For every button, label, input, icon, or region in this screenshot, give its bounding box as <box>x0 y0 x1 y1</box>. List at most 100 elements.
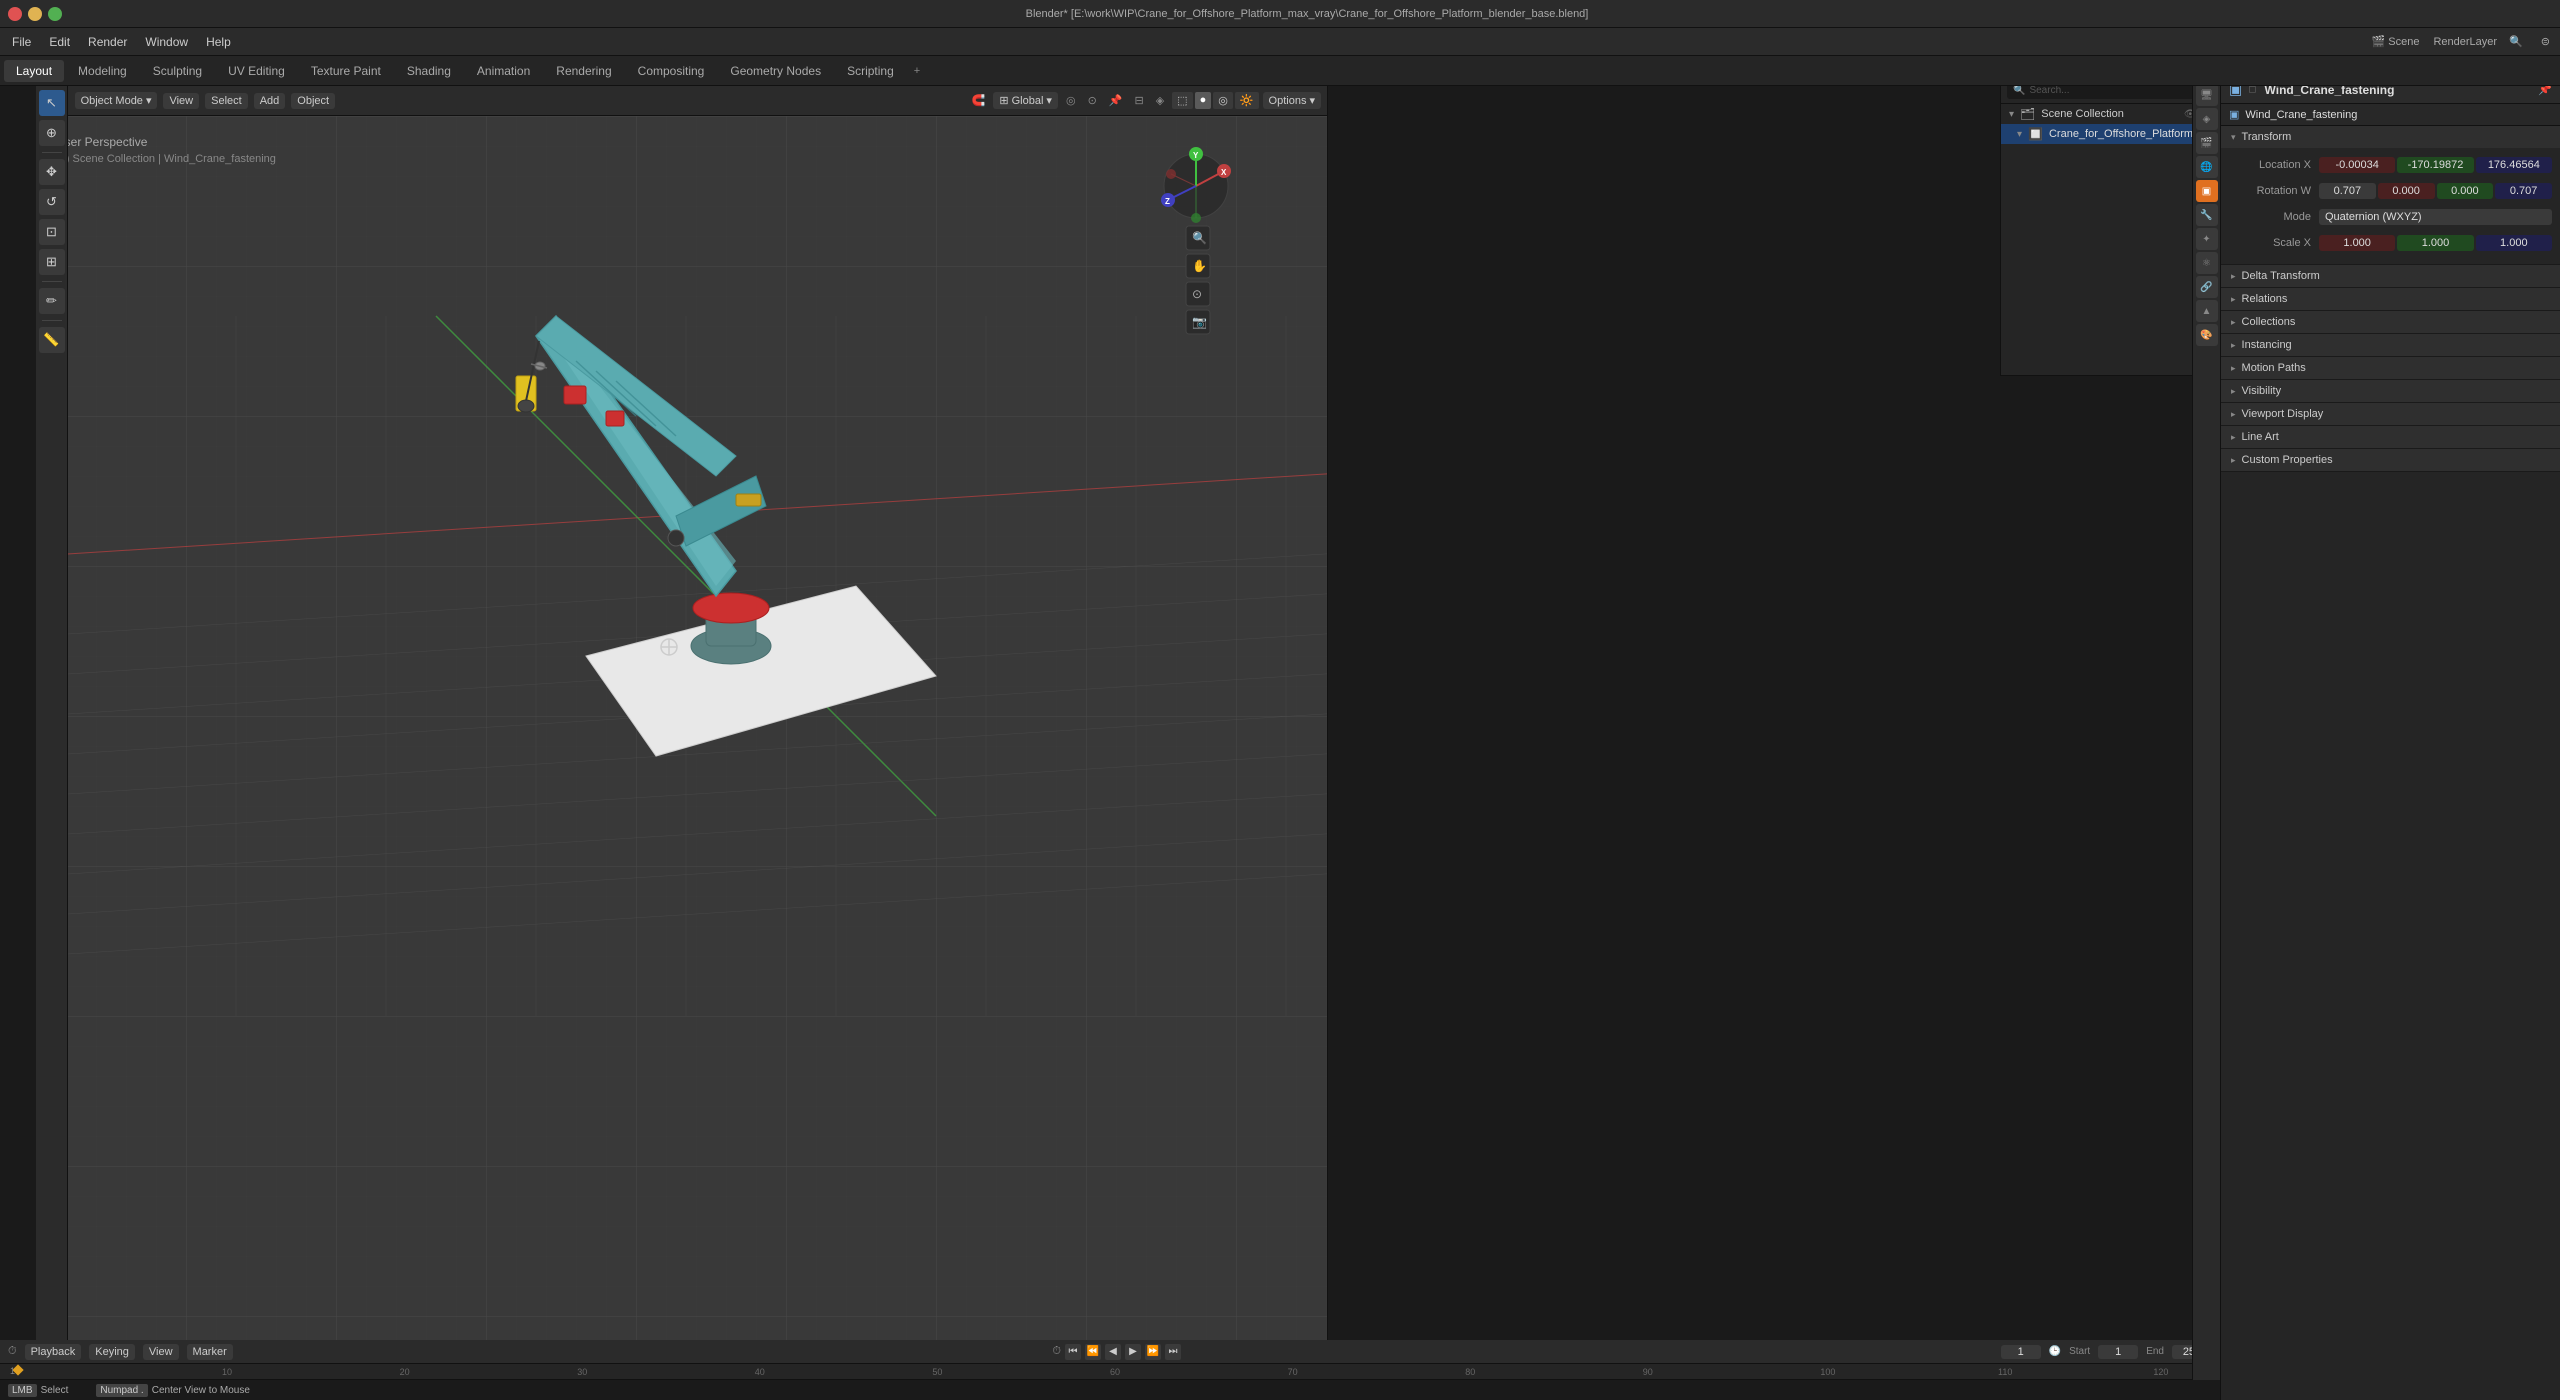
cursor-tool-btn[interactable]: ⊕ <box>39 120 65 146</box>
play-reverse-btn[interactable]: ◀ <box>1105 1344 1121 1360</box>
move-tool-btn[interactable]: ✥ <box>39 159 65 185</box>
playback-menu[interactable]: Playback <box>25 1344 82 1360</box>
prop-obj-name2[interactable]: Wind_Crane_fastening <box>2245 109 2357 121</box>
prop-icon-data[interactable]: ▲ <box>2196 300 2218 322</box>
cache-icon: 🕒 <box>2049 1346 2061 1357</box>
menu-render[interactable]: Render <box>80 33 135 51</box>
motion-paths-header[interactable]: ▸ Motion Paths <box>2221 357 2560 379</box>
annotate-tool-btn[interactable]: ✏ <box>39 288 65 314</box>
menu-file[interactable]: File <box>4 33 39 51</box>
minimize-button[interactable] <box>28 7 42 21</box>
scale-y[interactable]: 1.000 <box>2397 235 2473 251</box>
visibility-header[interactable]: ▸ Visibility <box>2221 380 2560 402</box>
object-mode-dropdown[interactable]: Object Mode ▾ <box>75 92 158 109</box>
search-icon[interactable]: 🔍 <box>2503 33 2529 50</box>
relations-header[interactable]: ▸ Relations <box>2221 288 2560 310</box>
rotation-mode[interactable]: Quaternion (WXYZ) <box>2319 209 2552 225</box>
menu-edit[interactable]: Edit <box>41 33 78 51</box>
collections-header[interactable]: ▸ Collections <box>2221 311 2560 333</box>
prop-icon-physics[interactable]: ⚛ <box>2196 252 2218 274</box>
outliner-search-placeholder[interactable]: Search... <box>2029 85 2069 96</box>
transform-tool-btn[interactable]: ⊞ <box>39 249 65 275</box>
proportional-edit-icon[interactable]: ⊙ <box>1084 92 1101 109</box>
overlay-toggle[interactable]: ⊟ <box>1130 92 1147 109</box>
tab-layout[interactable]: Layout <box>4 60 64 82</box>
material-shade-btn[interactable]: ◎ <box>1213 92 1233 109</box>
prop-icon-view-layer[interactable]: ◈ <box>2196 108 2218 130</box>
marker-menu[interactable]: Marker <box>187 1344 233 1360</box>
rotate-tool-btn[interactable]: ↺ <box>39 189 65 215</box>
rotation-y[interactable]: 0.000 <box>2437 183 2494 199</box>
prop-icon-world[interactable]: 🌐 <box>2196 156 2218 178</box>
rotation-x[interactable]: 0.000 <box>2378 183 2435 199</box>
jump-end-btn[interactable]: ⏭ <box>1165 1344 1181 1360</box>
menu-window[interactable]: Window <box>137 33 196 51</box>
line-art-header[interactable]: ▸ Line Art <box>2221 426 2560 448</box>
delta-section-header[interactable]: ▸ Delta Transform <box>2221 265 2560 287</box>
pivot-icon[interactable]: ◎ <box>1062 92 1080 109</box>
current-frame-input[interactable]: 1 <box>2001 1345 2041 1359</box>
add-workspace-button[interactable]: + <box>908 63 926 79</box>
start-frame-input[interactable]: 1 <box>2098 1345 2138 1359</box>
prop-icon-modifier[interactable]: 🔧 <box>2196 204 2218 226</box>
delta-transform-section: ▸ Delta Transform <box>2221 265 2560 288</box>
rotation-w[interactable]: 0.707 <box>2319 183 2376 199</box>
tab-shading[interactable]: Shading <box>395 60 463 82</box>
viewport-3d[interactable]: User Perspective (1) Scene Collection | … <box>36 116 1328 1340</box>
object-menu[interactable]: Object <box>291 93 335 109</box>
prop-icon-scene[interactable]: 🎬 <box>2196 132 2218 154</box>
scale-tool-btn[interactable]: ⊡ <box>39 219 65 245</box>
tab-modeling[interactable]: Modeling <box>66 60 139 82</box>
tab-compositing[interactable]: Compositing <box>626 60 717 82</box>
rotation-z[interactable]: 0.707 <box>2495 183 2552 199</box>
viewport-display-header[interactable]: ▸ Viewport Display <box>2221 403 2560 425</box>
close-button[interactable] <box>8 7 22 21</box>
snap-icon[interactable]: 🧲 <box>968 92 990 109</box>
transform-arrow: ▾ <box>2231 132 2236 143</box>
location-y[interactable]: -170.19872 <box>2397 157 2473 173</box>
tab-texture-paint[interactable]: Texture Paint <box>299 60 393 82</box>
location-z[interactable]: 176.46564 <box>2476 157 2552 173</box>
custom-props-header[interactable]: ▸ Custom Properties <box>2221 449 2560 471</box>
scale-z[interactable]: 1.000 <box>2476 235 2552 251</box>
maximize-button[interactable] <box>48 7 62 21</box>
tab-sculpting[interactable]: Sculpting <box>141 60 214 82</box>
filter-icon[interactable]: ⊜ <box>2535 33 2556 50</box>
measure-tool-btn[interactable]: 📏 <box>39 327 65 353</box>
step-back-btn[interactable]: ⏪ <box>1085 1344 1101 1360</box>
tab-rendering[interactable]: Rendering <box>544 60 623 82</box>
outliner-crane-object[interactable]: ▾ 🔲 Crane_for_Offshore_Platform 📌 👁 <box>2001 124 2220 144</box>
prop-icon-object[interactable]: ▣ <box>2196 180 2218 202</box>
add-menu[interactable]: Add <box>254 93 286 109</box>
select-tool-btn[interactable]: ↖ <box>39 90 65 116</box>
keying-menu[interactable]: Keying <box>89 1344 135 1360</box>
transform-orientation[interactable]: ⊞ Global ▾ <box>993 92 1058 109</box>
view-menu[interactable]: View <box>163 93 199 109</box>
jump-start-btn[interactable]: ⏮ <box>1065 1344 1081 1360</box>
step-fwd-btn[interactable]: ⏩ <box>1145 1344 1161 1360</box>
menu-help[interactable]: Help <box>198 33 239 51</box>
play-btn[interactable]: ▶ <box>1125 1344 1141 1360</box>
transform-section-header[interactable]: ▾ Transform <box>2221 126 2560 148</box>
rendered-shade-btn[interactable]: 🔆 <box>1235 92 1259 109</box>
select-menu[interactable]: Select <box>205 93 248 109</box>
prop-icon-particles[interactable]: ✦ <box>2196 228 2218 250</box>
options-menu[interactable]: Options ▾ <box>1263 92 1321 109</box>
xray-toggle[interactable]: ◈ <box>1152 92 1168 109</box>
prop-icon-constraints[interactable]: 🔗 <box>2196 276 2218 298</box>
prop-icon-material[interactable]: 🎨 <box>2196 324 2218 346</box>
tab-geometry-nodes[interactable]: Geometry Nodes <box>718 60 833 82</box>
instancing-header[interactable]: ▸ Instancing <box>2221 334 2560 356</box>
wireframe-shade-btn[interactable]: ⬚ <box>1172 92 1192 109</box>
outliner-scene-collection[interactable]: ▾ 🗂 Scene Collection 👁 📷 <box>2001 104 2220 124</box>
view-menu-timeline[interactable]: View <box>143 1344 179 1360</box>
location-x[interactable]: -0.00034 <box>2319 157 2395 173</box>
tab-uv-editing[interactable]: UV Editing <box>216 60 297 82</box>
line-art-arrow: ▸ <box>2231 432 2236 443</box>
snap-toggle[interactable]: 📌 <box>1105 92 1127 109</box>
tab-animation[interactable]: Animation <box>465 60 542 82</box>
solid-shade-btn[interactable]: ● <box>1195 92 1212 109</box>
scale-x[interactable]: 1.000 <box>2319 235 2395 251</box>
tab-scripting[interactable]: Scripting <box>835 60 906 82</box>
prop-icon-output[interactable]: 🖥 <box>2196 84 2218 106</box>
